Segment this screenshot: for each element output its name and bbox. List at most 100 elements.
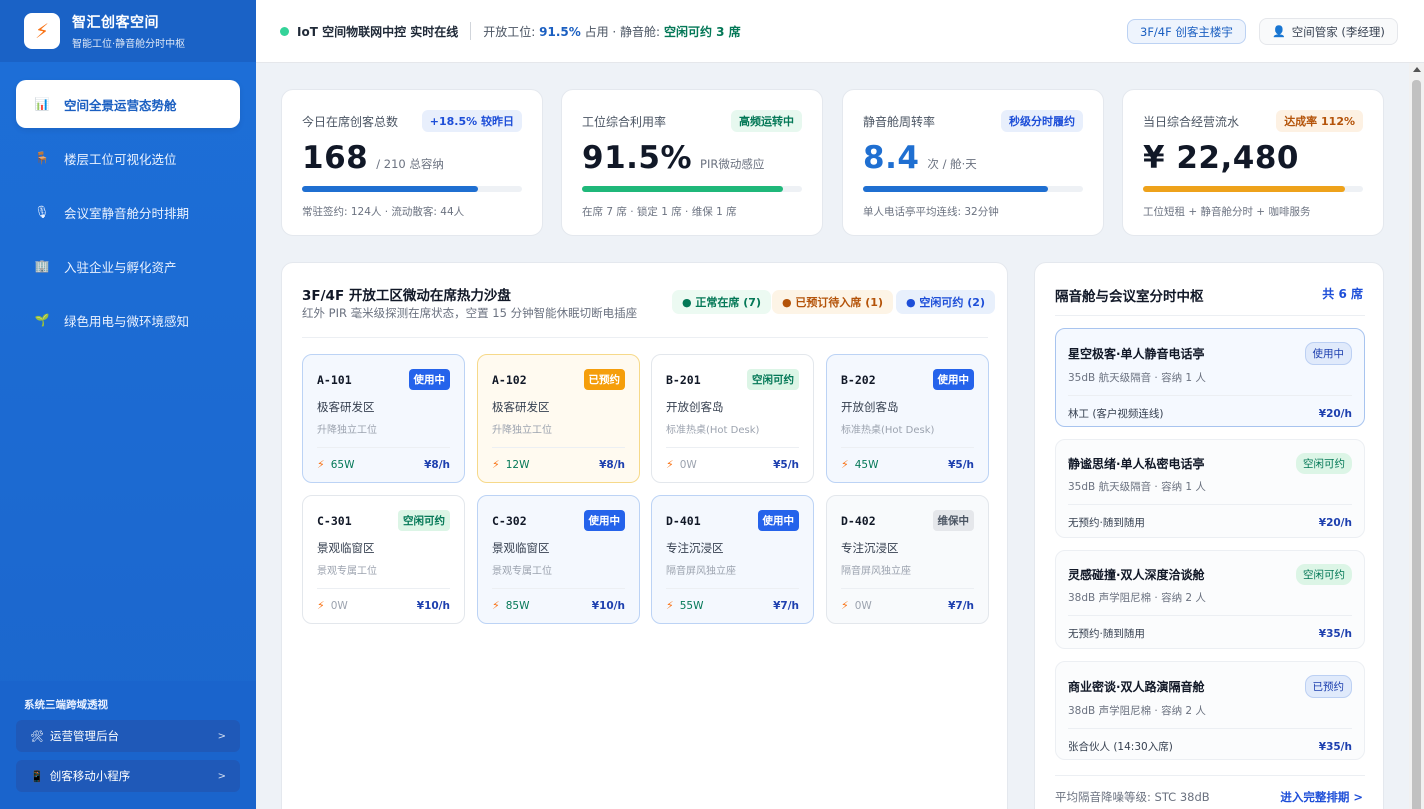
kpi-progress-bar [582, 186, 802, 192]
kpi-value: ¥ 22,480 [1143, 140, 1299, 176]
seat-power-value: 55W [679, 599, 704, 612]
ops-admin-label: 运营管理后台 [49, 729, 119, 743]
seat-price: ¥5/h [773, 458, 799, 471]
seat-zone: 开放创客岛 [666, 400, 724, 414]
pods-available: 空闲可约 3 席 [663, 24, 741, 39]
seat-status-badge: 使用中 [583, 510, 625, 531]
kpi-progress-fill [1143, 186, 1346, 192]
open-seat-rate: 91.5% [539, 24, 581, 39]
scrollbar-thumb[interactable] [1412, 80, 1421, 809]
seat-type: 隔音屏风独立座 [666, 566, 736, 577]
pod-card[interactable]: 星空极客·单人静音电话亭 使用中 35dB 航天级隔音 · 容纳 1 人林工 (客户… [1055, 328, 1365, 427]
kpi-progress-fill [863, 186, 1048, 192]
nav-pod-schedule-label: 会议室静音舱分时排期 [64, 205, 190, 221]
full-schedule-link[interactable]: 进入完整排期 > [1280, 789, 1363, 805]
ops-admin-link[interactable]: 🛠 运营管理后台 > [16, 720, 240, 752]
kpi-seat-utilization: 工位综合利用率 高频运转中 91.5% PIR微动感应 在席 7 席 · 锁定 1 席 … [561, 89, 823, 236]
divider [1055, 315, 1365, 316]
seat-card-c-302[interactable]: C-302 使用中 景观临窗区 景观专属工位 ⚡ 85W ¥10/h [477, 495, 640, 624]
pod-card[interactable]: 商业密谈·双人路演隔音舱 已预约 38dB 声学阻尼棉 · 容纳 2 人张合伙人 (… [1055, 661, 1365, 760]
divider [1068, 728, 1352, 729]
seat-status-badge: 使用中 [408, 369, 450, 390]
seat-zone: 景观临窗区 [317, 541, 375, 555]
seat-power-value: 12W [505, 458, 530, 471]
pod-booking: 林工 (客户视频连线) [1068, 408, 1164, 420]
top-bar: IoT 空间物联网中控 实时在线 开放工位: 91.5% 占用 · 静音舱: 空… [256, 0, 1424, 63]
seat-type: 标准热桌(Hot Desk) [841, 425, 935, 436]
seat-power: ⚡ 0W [666, 458, 697, 471]
seat-price: ¥8/h [599, 458, 625, 471]
pod-status-badge: 空闲可约 [1296, 564, 1352, 585]
divider [841, 588, 974, 589]
nav-dashboard[interactable]: 📊 空间全景运营态势舱 [16, 80, 240, 128]
user-icon: 👤 [1272, 25, 1286, 38]
legend-occupied-filter[interactable]: ● 正常在席 (7) [672, 290, 771, 314]
kpi-label: 工位综合利用率 [582, 114, 667, 129]
lightning-icon: ⚡ [492, 458, 500, 471]
seat-zone: 专注沉浸区 [666, 541, 724, 555]
pods-title: 隔音舱与会议室分时中枢 [1055, 289, 1204, 305]
kpi-label: 当日综合经营流水 [1143, 114, 1240, 129]
seat-card-b-201[interactable]: B-201 空闲可约 开放创客岛 标准热桌(Hot Desk) ⚡ 0W ¥5/h [651, 354, 814, 483]
seat-card-b-202[interactable]: B-202 使用中 开放创客岛 标准热桌(Hot Desk) ⚡ 45W ¥5/h [826, 354, 989, 483]
lightning-logo-icon: ⚡ [24, 13, 60, 49]
divider [317, 588, 450, 589]
mini-program-link[interactable]: 📱 创客移动小程序 > [16, 760, 240, 792]
seat-type: 升降独立工位 [492, 425, 552, 436]
seat-id: B-202 [841, 372, 876, 387]
seat-type: 景观专属工位 [492, 566, 552, 577]
pod-status-badge: 使用中 [1304, 342, 1352, 365]
floor-selector-chip[interactable]: 3F/4F 创客主楼宇 [1127, 19, 1246, 44]
divider [1068, 395, 1352, 396]
building-icon: 🏢 [34, 259, 50, 273]
seat-zone: 极客研发区 [317, 400, 375, 414]
user-name: 空间管家 (李经理) [1291, 24, 1385, 39]
nav-green-energy[interactable]: 🌱 绿色用电与微环境感知 [16, 296, 240, 344]
divider [1055, 775, 1365, 776]
seat-card-d-402[interactable]: D-402 维保中 专注沉浸区 隔音屏风独立座 ⚡ 0W ¥7/h [826, 495, 989, 624]
kpi-value: 168 [302, 140, 369, 176]
legend-available-filter[interactable]: ● 空闲可约 (2) [896, 290, 995, 314]
pods-count: 共 6 席 [1322, 287, 1363, 301]
nav-tenants[interactable]: 🏢 入驻企业与孵化资产 [16, 242, 240, 290]
kpi-unit: / 210 总容纳 [376, 157, 444, 171]
seat-power: ⚡ 65W [317, 458, 354, 471]
seat-power-value: 0W [330, 599, 348, 612]
nav-green-energy-label: 绿色用电与微环境感知 [64, 313, 190, 329]
user-menu[interactable]: 👤 空间管家 (李经理) [1259, 18, 1398, 45]
seat-id: C-302 [492, 513, 527, 528]
pod-price: ¥20/h [1318, 407, 1352, 420]
sidebar: ⚡ 智汇创客空间 智能工位·静音舱分时中枢 📊 空间全景运营态势舱 🪑 楼层工位可视化… [0, 0, 256, 809]
pod-name: 静谧思绪·单人私密电话亭 [1068, 457, 1205, 471]
seat-card-a-102[interactable]: A-102 已预约 极客研发区 升降独立工位 ⚡ 12W ¥8/h [477, 354, 640, 483]
lightning-icon: ⚡ [666, 599, 674, 612]
kpi-unit: 次 / 舱·天 [927, 157, 977, 171]
seat-power-value: 0W [854, 599, 872, 612]
legend-reserved-filter[interactable]: ● 已预订待入席 (1) [772, 290, 893, 314]
kpi-progress-fill [582, 186, 784, 192]
page-scrollbar[interactable] [1409, 63, 1424, 809]
nav-pod-schedule[interactable]: 🎙 会议室静音舱分时排期 [16, 188, 240, 236]
seat-power: ⚡ 85W [492, 599, 529, 612]
pod-card[interactable]: 灵感碰撞·双人深度洽谈舱 空闲可约 38dB 声学阻尼棉 · 容纳 2 人无预约·随… [1055, 550, 1365, 649]
seat-status-badge: 空闲可约 [747, 369, 799, 390]
scroll-up-arrow-icon[interactable] [1413, 67, 1421, 72]
divider [666, 447, 799, 448]
seat-card-c-301[interactable]: C-301 空闲可约 景观临窗区 景观专属工位 ⚡ 0W ¥10/h [302, 495, 465, 624]
seat-status-badge: 维保中 [932, 510, 974, 531]
chevron-right-icon: > [217, 770, 226, 782]
pod-spec: 38dB 声学阻尼棉 · 容纳 2 人 [1068, 592, 1206, 604]
seat-power-value: 0W [679, 458, 697, 471]
kpi-progress-fill [302, 186, 478, 192]
kpi-value: 8.4 [863, 140, 920, 176]
seat-power-value: 45W [854, 458, 879, 471]
seat-card-a-101[interactable]: A-101 使用中 极客研发区 升降独立工位 ⚡ 65W ¥8/h [302, 354, 465, 483]
nav-tenants-label: 入驻企业与孵化资产 [64, 259, 177, 275]
divider [1068, 615, 1352, 616]
seat-card-d-401[interactable]: D-401 使用中 专注沉浸区 隔音屏风独立座 ⚡ 55W ¥7/h [651, 495, 814, 624]
pod-card[interactable]: 静谧思绪·单人私密电话亭 空闲可约 35dB 航天级隔音 · 容纳 1 人无预约·随… [1055, 439, 1365, 538]
pods-panel: 隔音舱与会议室分时中枢 共 6 席 星空极客·单人静音电话亭 使用中 35dB 航天… [1034, 262, 1384, 809]
nav-floor-seats[interactable]: 🪑 楼层工位可视化选位 [16, 134, 240, 182]
seat-id: D-401 [666, 513, 701, 528]
seat-power: ⚡ 0W [317, 599, 348, 612]
